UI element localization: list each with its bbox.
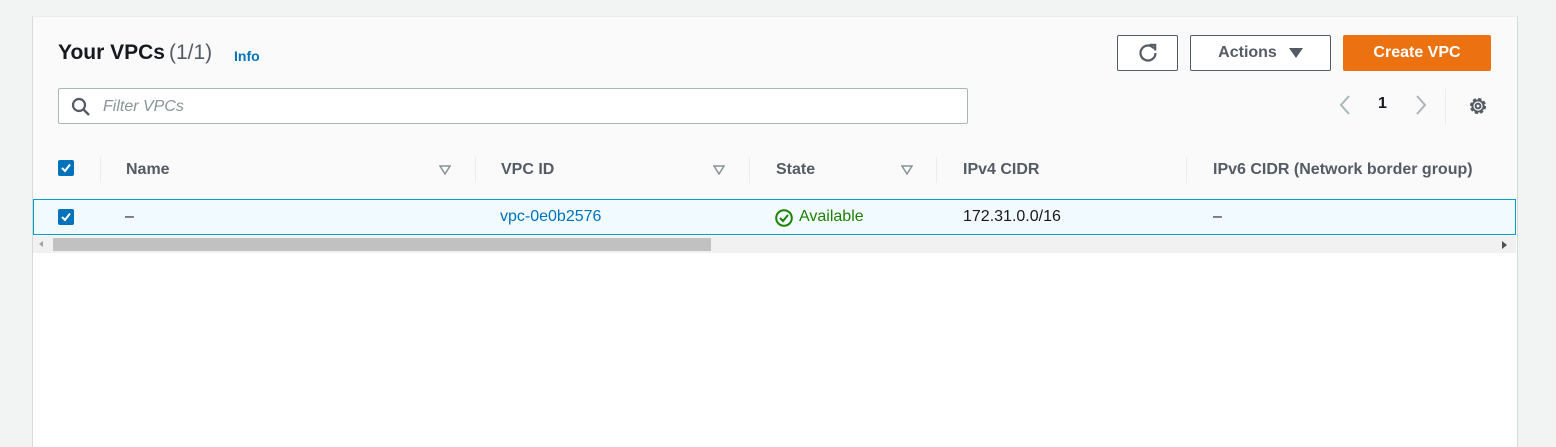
scroll-left-arrow-icon[interactable] xyxy=(39,241,43,247)
search-box xyxy=(58,88,968,124)
status-success-icon xyxy=(775,209,793,227)
column-header-ipv6-cidr[interactable]: IPv6 CIDR (Network border group) xyxy=(1213,161,1473,179)
table-row[interactable]: – vpc-0e0b2576 Available 172.31.0.0/16 – xyxy=(33,199,1516,235)
sort-icon[interactable] xyxy=(713,165,725,175)
scroll-right-arrow-icon[interactable] xyxy=(1502,241,1507,249)
check-icon xyxy=(61,163,71,173)
column-header-ipv4-cidr[interactable]: IPv4 CIDR xyxy=(963,161,1039,179)
pagination-divider xyxy=(1445,89,1446,125)
refresh-icon xyxy=(1138,43,1157,62)
column-header-state[interactable]: State xyxy=(776,161,815,179)
cell-name: – xyxy=(125,208,134,225)
caret-down-icon xyxy=(1288,48,1303,58)
column-divider xyxy=(475,157,476,183)
select-all-checkbox[interactable] xyxy=(58,160,74,176)
previous-page-icon[interactable] xyxy=(1335,93,1355,117)
sort-icon[interactable] xyxy=(439,165,451,175)
title-text: Your VPCs xyxy=(58,41,165,64)
check-icon xyxy=(61,212,71,222)
column-divider xyxy=(749,157,750,183)
cell-ipv6-cidr: – xyxy=(1213,208,1222,225)
page-title: Your VPCs (1/1) xyxy=(58,41,212,65)
panel-header: Your VPCs(1/1) Info Actions Create VPC 1 xyxy=(33,17,1517,144)
column-divider xyxy=(936,157,937,183)
row-checkbox[interactable] xyxy=(58,209,74,225)
table-header-row: Name VPC ID State IPv4 CIDR IPv6 CIDR (N… xyxy=(33,143,1517,198)
column-header-name[interactable]: Name xyxy=(126,161,170,179)
sort-icon[interactable] xyxy=(901,165,913,175)
actions-button[interactable]: Actions xyxy=(1190,35,1331,71)
create-vpc-button[interactable]: Create VPC xyxy=(1343,35,1491,71)
column-header-vpc-id[interactable]: VPC ID xyxy=(501,161,554,179)
current-page-number[interactable]: 1 xyxy=(1378,95,1387,113)
next-page-icon[interactable] xyxy=(1411,93,1431,117)
cell-vpc-id-link[interactable]: vpc-0e0b2576 xyxy=(500,208,601,226)
info-link[interactable]: Info xyxy=(234,48,260,64)
vpc-count: (1/1) xyxy=(168,41,213,64)
cell-state: Available xyxy=(799,208,864,225)
horizontal-scrollbar[interactable] xyxy=(33,236,1516,253)
search-input[interactable] xyxy=(101,95,955,119)
scrollbar-thumb[interactable] xyxy=(53,238,711,251)
refresh-button[interactable] xyxy=(1117,35,1178,71)
column-divider xyxy=(100,157,101,183)
vpcs-panel: Your VPCs(1/1) Info Actions Create VPC 1 xyxy=(32,16,1518,447)
cell-ipv4-cidr: 172.31.0.0/16 xyxy=(963,208,1061,225)
column-divider xyxy=(1186,157,1187,183)
search-icon xyxy=(71,97,90,116)
actions-label: Actions xyxy=(1218,44,1277,61)
gear-icon[interactable] xyxy=(1466,94,1490,118)
